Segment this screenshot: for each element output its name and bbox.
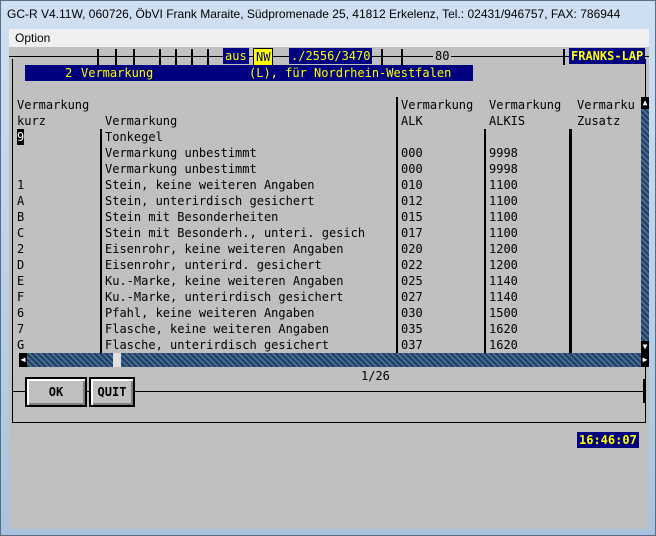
cell-description: Stein, keine weiteren Angaben	[105, 178, 315, 192]
cell-alk: 027	[401, 290, 423, 304]
cell-alk: 037	[401, 338, 423, 352]
scroll-up-icon[interactable]: ▲	[641, 97, 649, 109]
table-row[interactable]: 1 Stein, keine weiteren Angaben 010 1100	[17, 177, 637, 193]
vertical-scrollbar[interactable]	[641, 97, 649, 353]
cell-alk: 010	[401, 178, 423, 192]
cell-kurz: G	[17, 338, 25, 352]
scroll-left-icon[interactable]: ◀	[19, 353, 27, 367]
menu-item-option[interactable]: Option	[9, 29, 56, 47]
cell-description: Pfahl, keine weiteren Angaben	[105, 306, 315, 320]
application-window: GC-R V4.11W, 060726, ÖbVI Frank Maraite,…	[0, 0, 656, 536]
cell-alk: 000	[401, 146, 423, 160]
table-row[interactable]: D Eisenrohr, unterird. gesichert 022 120…	[17, 257, 637, 273]
cell-alk: 035	[401, 322, 423, 336]
cell-kurz: 6	[17, 306, 25, 320]
table-row[interactable]: Vermarkung unbestimmt 000 9998	[17, 145, 637, 161]
cell-kurz: D	[17, 258, 25, 272]
section-subtitle: (L), für Nordrhein-Westfalen	[249, 66, 452, 80]
section-number: 2	[65, 66, 73, 80]
quit-button[interactable]: QUIT	[89, 377, 135, 407]
cell-alkis: 1100	[489, 178, 518, 192]
table-row[interactable]: A Stein, unterirdisch gesichert 012 1100	[17, 193, 637, 209]
cell-description: Vermarkung unbestimmt	[105, 162, 257, 176]
cell-alkis: 1620	[489, 338, 518, 352]
cell-description: Ku.-Marke, unterirdisch gesichert	[105, 290, 344, 304]
cell-kurz: B	[17, 210, 25, 224]
cell-alkis: 1200	[489, 258, 518, 272]
cell-description: Stein mit Besonderheiten	[105, 210, 279, 224]
cell-alk: 012	[401, 194, 423, 208]
cell-kurz: A	[17, 194, 25, 208]
cell-description: Flasche, keine weiteren Angaben	[105, 322, 329, 336]
cell-description: Tonkegel	[105, 130, 163, 144]
header-alk-1: Vermarkung	[401, 98, 474, 112]
cell-description: Stein, unterirdisch gesichert	[105, 194, 315, 208]
console-area: aus NW ./2556/3470 80 FRANKS-LAP 2 Verma…	[9, 47, 649, 529]
cell-alkis: 1100	[489, 194, 518, 208]
header-zusatz-2: Zusatz	[577, 114, 621, 128]
cell-alk: 025	[401, 274, 423, 288]
table-row[interactable]: 2 Eisenrohr, keine weiteren Angaben 020 …	[17, 241, 637, 257]
cell-alk: 020	[401, 242, 423, 256]
cell-alkis: 1620	[489, 322, 518, 336]
table-row[interactable]: 7 Flasche, keine weiteren Angaben 035 16…	[17, 321, 637, 337]
header-zusatz-1: Vermarku	[577, 98, 635, 112]
cell-alkis: 1200	[489, 242, 518, 256]
cell-description: Eisenrohr, unterird. gesichert	[105, 258, 322, 272]
cell-description: Eisenrohr, keine weiteren Angaben	[105, 242, 344, 256]
header-alkis-2: ALKIS	[489, 114, 526, 128]
table-row[interactable]: F Ku.-Marke, unterirdisch gesichert 027 …	[17, 289, 637, 305]
section-heading: 2 Vermarkung (L), für Nordrhein-Westfale…	[25, 65, 473, 81]
header-description: Vermarkung	[105, 114, 178, 128]
cell-alkis: 1100	[489, 210, 518, 224]
header-kurz-2: kurz	[17, 114, 46, 128]
cell-alkis: 1140	[489, 290, 518, 304]
cell-alk: 017	[401, 226, 423, 240]
table-row[interactable]: G Flasche, unterirdisch gesichert 037 16…	[17, 337, 637, 353]
ok-button[interactable]: OK	[25, 377, 87, 407]
cell-alkis: 1500	[489, 306, 518, 320]
clock: 16:46:07	[577, 432, 639, 448]
window-title: GC-R V4.11W, 060726, ÖbVI Frank Maraite,…	[7, 7, 621, 21]
table-row[interactable]: E Ku.-Marke, keine weiteren Angaben 025 …	[17, 273, 637, 289]
cell-kurz: 2	[17, 242, 25, 256]
cell-kurz: 9	[17, 129, 25, 145]
cell-alk: 000	[401, 162, 423, 176]
cell-description: Ku.-Marke, keine weiteren Angaben	[105, 274, 344, 288]
horizontal-scroll-thumb[interactable]	[113, 353, 121, 367]
cell-kurz: C	[17, 226, 25, 240]
table-row[interactable]: Vermarkung unbestimmt 000 9998	[17, 161, 637, 177]
menu-bar: Option	[9, 29, 649, 47]
cell-kurz: 7	[17, 322, 25, 336]
cell-alkis: 1100	[489, 226, 518, 240]
table-row[interactable]: 9 Tonkegel	[17, 129, 637, 145]
header-kurz-1: Vermarkung	[17, 98, 90, 112]
cell-alk: 030	[401, 306, 423, 320]
cell-kurz: E	[17, 274, 25, 288]
table-row[interactable]: 6 Pfahl, keine weiteren Angaben 030 1500	[17, 305, 637, 321]
header-alkis-1: Vermarkung	[489, 98, 562, 112]
button-row-end	[643, 379, 645, 403]
cell-description: Stein mit Besonderh., unteri. gesich	[105, 226, 366, 240]
cell-description: Vermarkung unbestimmt	[105, 146, 257, 160]
cell-alk: 015	[401, 210, 423, 224]
cell-alkis: 9998	[489, 146, 518, 160]
cell-kurz: F	[17, 290, 25, 304]
cell-alkis: 9998	[489, 162, 518, 176]
table-row[interactable]: C Stein mit Besonderh., unteri. gesich 0…	[17, 225, 637, 241]
scroll-right-icon[interactable]: ▶	[641, 353, 649, 367]
cell-description: Flasche, unterirdisch gesichert	[105, 338, 329, 352]
header-alk-2: ALK	[401, 114, 423, 128]
table-row[interactable]: B Stein mit Besonderheiten 015 1100	[17, 209, 637, 225]
cell-alk: 022	[401, 258, 423, 272]
scroll-down-icon[interactable]: ▼	[641, 341, 649, 353]
cell-kurz: 1	[17, 178, 25, 192]
page-indicator: 1/26	[361, 369, 390, 383]
section-name: Vermarkung	[81, 66, 154, 80]
cell-alkis: 1140	[489, 274, 518, 288]
